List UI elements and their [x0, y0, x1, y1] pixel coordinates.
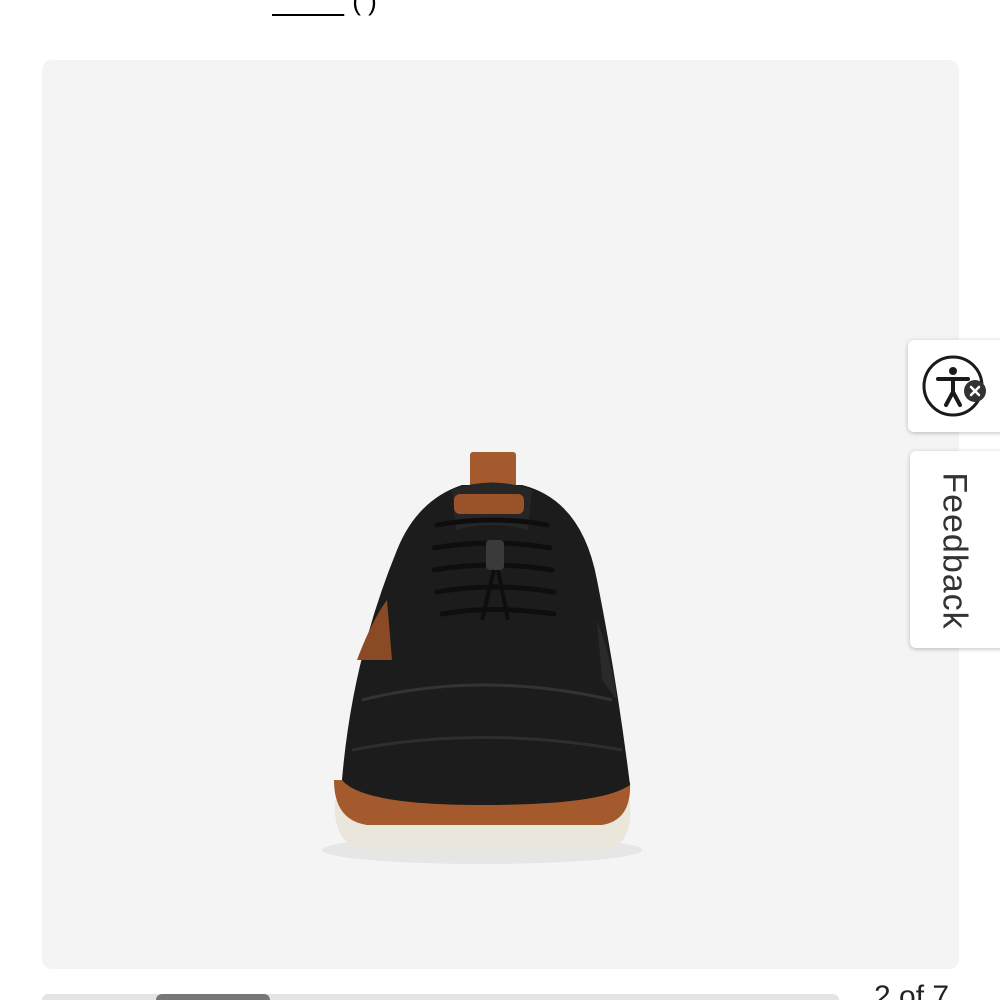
product-image-gallery[interactable] — [42, 60, 959, 969]
close-icon — [964, 380, 986, 402]
accessibility-button[interactable] — [908, 340, 1000, 432]
feedback-label: Feedback — [935, 472, 974, 630]
accessibility-icon — [922, 355, 986, 417]
product-page: ​ ( ) — [0, 0, 1000, 1000]
gallery-scrollbar[interactable] — [42, 994, 839, 1000]
reviews-count: ( ) — [352, 0, 377, 16]
product-image — [322, 452, 642, 864]
top-link-row: ​ ( ) — [272, 0, 377, 17]
feedback-tab[interactable]: Feedback — [910, 451, 1000, 648]
image-counter: 2 of 7 — [874, 980, 950, 1000]
reviews-link[interactable]: ​ — [272, 0, 344, 16]
scrollbar-thumb[interactable] — [156, 994, 270, 1000]
